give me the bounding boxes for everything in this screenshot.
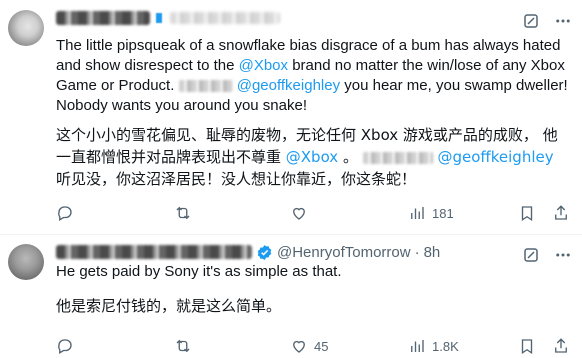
like-count: 45 bbox=[314, 338, 329, 354]
verified-badge-icon[interactable] bbox=[256, 244, 273, 261]
grok-icon[interactable] bbox=[522, 12, 540, 30]
like-button[interactable]: 45 bbox=[290, 337, 328, 355]
separator: · bbox=[414, 243, 420, 261]
views-button[interactable]: 181 bbox=[408, 204, 454, 222]
mention-link[interactable]: @Xbox bbox=[286, 148, 338, 166]
like-button[interactable] bbox=[290, 204, 314, 222]
more-icon[interactable] bbox=[554, 12, 572, 30]
redacted-text bbox=[362, 151, 433, 164]
retweet-icon bbox=[174, 204, 192, 222]
redaction-accent bbox=[156, 13, 162, 23]
tweet[interactable]: @HenryofTomorrow · 8h He gets paid by So… bbox=[0, 234, 582, 358]
bookmark-button[interactable] bbox=[518, 204, 536, 222]
views-count: 1.8K bbox=[432, 338, 459, 354]
bookmark-button[interactable] bbox=[518, 337, 536, 355]
views-count: 181 bbox=[432, 205, 454, 221]
views-button[interactable]: 1.8K bbox=[408, 337, 459, 355]
redacted-text bbox=[178, 80, 233, 93]
author-name-redacted[interactable] bbox=[56, 11, 150, 25]
author-handle-redacted[interactable] bbox=[170, 12, 280, 24]
bookmark-icon bbox=[518, 337, 536, 355]
avatar[interactable] bbox=[8, 244, 44, 280]
share-icon bbox=[552, 204, 570, 222]
like-icon bbox=[290, 337, 308, 355]
tweet-header bbox=[56, 8, 280, 28]
views-icon bbox=[408, 204, 426, 222]
reply-button[interactable] bbox=[56, 337, 80, 355]
tweet-text-chinese: 他是索尼付钱的，就是这么简单。 bbox=[56, 297, 282, 315]
retweet-button[interactable] bbox=[174, 337, 198, 355]
reply-icon bbox=[56, 204, 74, 222]
retweet-icon bbox=[174, 337, 192, 355]
mention-link[interactable]: @geoffkeighley bbox=[438, 148, 554, 166]
author-handle[interactable]: @HenryofTomorrow bbox=[277, 244, 411, 261]
tweet-actions: 45 1.8K bbox=[56, 336, 572, 356]
tweet[interactable]: The little pipsqueak of a snowflake bias… bbox=[0, 0, 582, 234]
share-icon bbox=[552, 337, 570, 355]
reply-button[interactable] bbox=[56, 204, 80, 222]
retweet-button[interactable] bbox=[174, 204, 198, 222]
like-icon bbox=[290, 204, 308, 222]
tweet-text-english: The little pipsqueak of a snowflake bias… bbox=[56, 36, 568, 116]
share-button[interactable] bbox=[552, 204, 570, 222]
timestamp[interactable]: 8h bbox=[424, 244, 441, 261]
views-icon bbox=[408, 337, 426, 355]
tweet-actions: 181 bbox=[56, 203, 572, 223]
text-segment: 听见没，你这沼泽居民！没人想让你靠近，你这条蛇！ bbox=[56, 170, 417, 188]
share-button[interactable] bbox=[552, 337, 570, 355]
tweet-text-english: He gets paid by Sony it's as simple as t… bbox=[56, 263, 342, 280]
tweet-top-icons bbox=[508, 12, 572, 30]
avatar[interactable] bbox=[8, 10, 44, 46]
mention-link[interactable]: @geoffkeighley bbox=[237, 77, 340, 94]
text-segment: 。 bbox=[338, 148, 363, 166]
author-name-redacted[interactable] bbox=[56, 245, 252, 259]
tweet-text-chinese: 这个小小的雪花偏见、耻辱的废物，无论任何 Xbox 游戏或产品的成败， 他一直都… bbox=[56, 124, 568, 190]
mention-link[interactable]: @Xbox bbox=[239, 57, 288, 74]
reply-icon bbox=[56, 337, 74, 355]
bookmark-icon bbox=[518, 204, 536, 222]
tweet-header: @HenryofTomorrow · 8h bbox=[56, 242, 440, 262]
